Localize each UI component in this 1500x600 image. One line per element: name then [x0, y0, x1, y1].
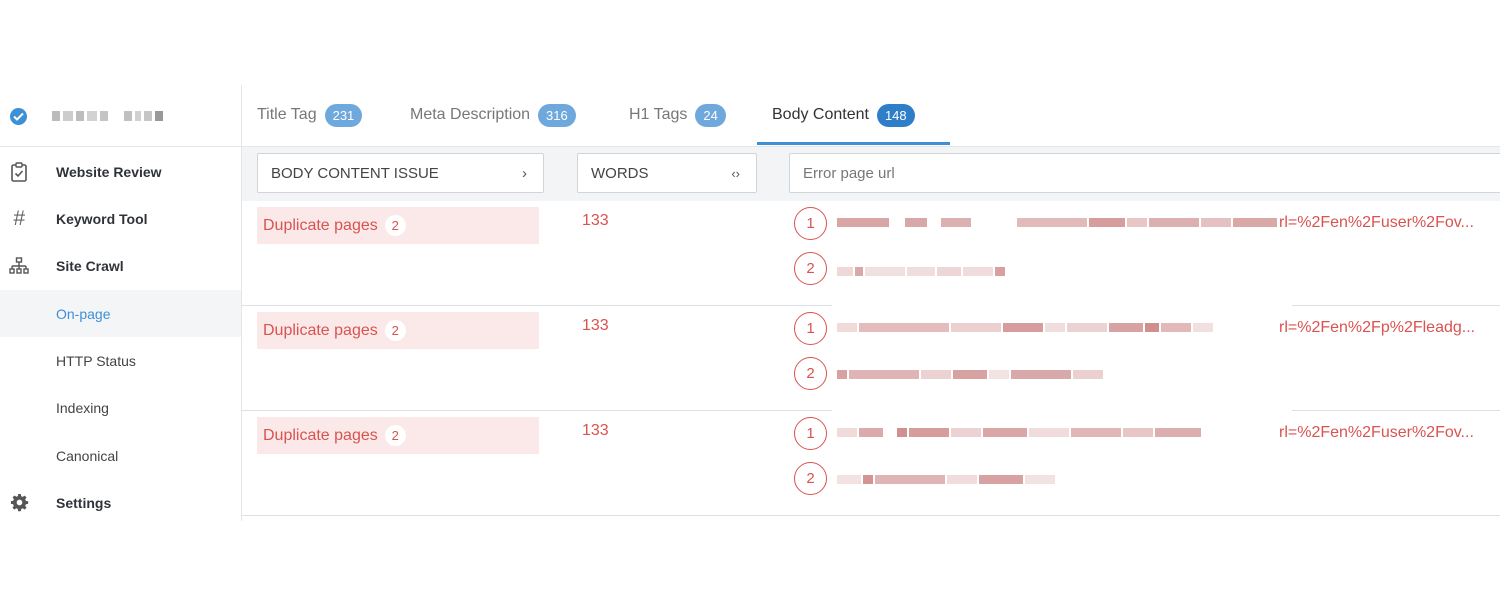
filter-bar: BODY CONTENT ISSUE › WORDS ‹› Error page…: [242, 147, 1500, 202]
redacted-url: [837, 323, 1213, 334]
issue-badge[interactable]: Duplicate pages 2: [257, 207, 539, 244]
sidebar-item-label: Canonical: [56, 447, 119, 464]
redacted-url: [837, 267, 1005, 278]
tab-meta-description[interactable]: Meta Description 316: [410, 85, 576, 145]
sidebar-item-website-review[interactable]: Website Review: [0, 148, 241, 195]
verified-check-icon: [10, 108, 27, 125]
sidebar-item-label: Website Review: [56, 163, 162, 180]
url-item[interactable]: 2: [794, 462, 1055, 495]
word-count: 133: [582, 212, 609, 229]
sidebar-item-http-status[interactable]: HTTP Status: [0, 337, 241, 384]
issue-badge[interactable]: Duplicate pages 2: [257, 417, 539, 454]
sidebar-item-label: Indexing: [56, 399, 109, 416]
sitemap-icon: [9, 256, 29, 276]
app-frame: Website Review # Keyword Tool Site Crawl…: [0, 85, 1500, 521]
row-divider-gap: [832, 410, 1292, 413]
redacted-url: [837, 218, 1277, 229]
redacted-url: [837, 475, 1055, 486]
active-tab-indicator: [757, 142, 950, 145]
url-index: 2: [794, 462, 827, 495]
url-index: 1: [794, 312, 827, 345]
url-index: 1: [794, 207, 827, 240]
word-count: 133: [582, 422, 609, 439]
sidebar-item-label: Site Crawl: [56, 257, 124, 274]
sidebar-item-label: Settings: [56, 494, 112, 511]
hash-icon: #: [13, 206, 25, 230]
sidebar-item-site-crawl[interactable]: Site Crawl: [0, 242, 241, 289]
table-row: Duplicate pages 2 133 1 rl=%2Fen%2Fuser%…: [242, 410, 1500, 516]
tab-label: Body Content: [772, 106, 869, 123]
url-tail-text: rl=%2Fen%2Fuser%2Fov...: [1279, 214, 1474, 231]
url-index: 2: [794, 357, 827, 390]
url-search-placeholder: Error page url: [803, 164, 895, 182]
redacted-url: [837, 428, 1201, 439]
tab-body-content[interactable]: Body Content 148: [772, 85, 915, 145]
issue-count: 2: [384, 320, 406, 341]
sidebar-item-indexing[interactable]: Indexing: [0, 384, 241, 431]
table-row: Duplicate pages 2 133 1 rl=%2Fen%2Fp%2Fl…: [242, 305, 1500, 411]
sort-arrows-icon: ‹›: [731, 165, 740, 181]
row-divider-gap: [832, 305, 1292, 308]
table-row: Duplicate pages 2 133 1 rl=%2Fen%2Fuser%…: [242, 201, 1500, 306]
url-item[interactable]: 1 rl=%2Fen%2Fuser%2Fov...: [794, 207, 1474, 240]
tab-label: Title Tag: [257, 106, 317, 123]
issue-label: Duplicate pages: [263, 426, 378, 444]
sidebar-item-on-page[interactable]: On-page: [0, 290, 241, 337]
count-badge: 316: [538, 103, 576, 127]
sidebar-item-canonical[interactable]: Canonical: [0, 432, 241, 479]
word-count: 133: [582, 317, 609, 334]
url-tail-text: rl=%2Fen%2Fp%2Fleadg...: [1279, 319, 1476, 336]
project-selector[interactable]: [0, 85, 241, 147]
issue-filter-label: BODY CONTENT ISSUE: [271, 164, 439, 182]
sidebar: Website Review # Keyword Tool Site Crawl…: [0, 85, 242, 521]
tab-bar: Title Tag 231 Meta Description 316 H1 Ta…: [242, 85, 1500, 147]
issue-label: Duplicate pages: [263, 321, 378, 339]
clipboard-check-icon: [9, 161, 29, 182]
url-item[interactable]: 1 rl=%2Fen%2Fp%2Fleadg...: [794, 312, 1475, 345]
count-badge: 24: [695, 103, 726, 127]
count-badge: 231: [324, 103, 363, 127]
words-column-label: WORDS: [591, 164, 649, 182]
url-item[interactable]: 1 rl=%2Fen%2Fuser%2Fov...: [794, 417, 1474, 450]
sidebar-item-keyword-tool[interactable]: # Keyword Tool: [0, 195, 241, 242]
url-index: 1: [794, 417, 827, 450]
url-index: 2: [794, 252, 827, 285]
redacted-url: [837, 370, 1103, 381]
project-name-redacted: [52, 111, 163, 121]
error-page-url-search[interactable]: Error page url: [789, 153, 1500, 193]
issue-count: 2: [384, 425, 406, 446]
tab-h1-tags[interactable]: H1 Tags 24: [629, 85, 726, 145]
sidebar-item-label: HTTP Status: [56, 352, 136, 369]
tab-label: Meta Description: [410, 106, 531, 123]
chevron-right-icon: ›: [522, 164, 527, 182]
sidebar-item-settings[interactable]: Settings: [0, 479, 241, 521]
issue-filter-dropdown[interactable]: BODY CONTENT ISSUE ›: [257, 153, 544, 193]
sidebar-item-label: Keyword Tool: [56, 210, 148, 227]
issue-label: Duplicate pages: [263, 216, 378, 234]
gear-icon: [9, 493, 29, 513]
issue-count: 2: [384, 215, 406, 236]
issue-badge[interactable]: Duplicate pages 2: [257, 312, 539, 349]
tab-title-tag[interactable]: Title Tag 231: [257, 85, 363, 145]
url-tail-text: rl=%2Fen%2Fuser%2Fov...: [1279, 424, 1474, 441]
url-item[interactable]: 2: [794, 252, 1005, 285]
words-sort-button[interactable]: WORDS ‹›: [577, 153, 757, 193]
count-badge: 148: [876, 103, 915, 127]
sidebar-item-label: On-page: [56, 305, 111, 322]
tab-label: H1 Tags: [629, 106, 688, 123]
url-item[interactable]: 2: [794, 357, 1103, 390]
